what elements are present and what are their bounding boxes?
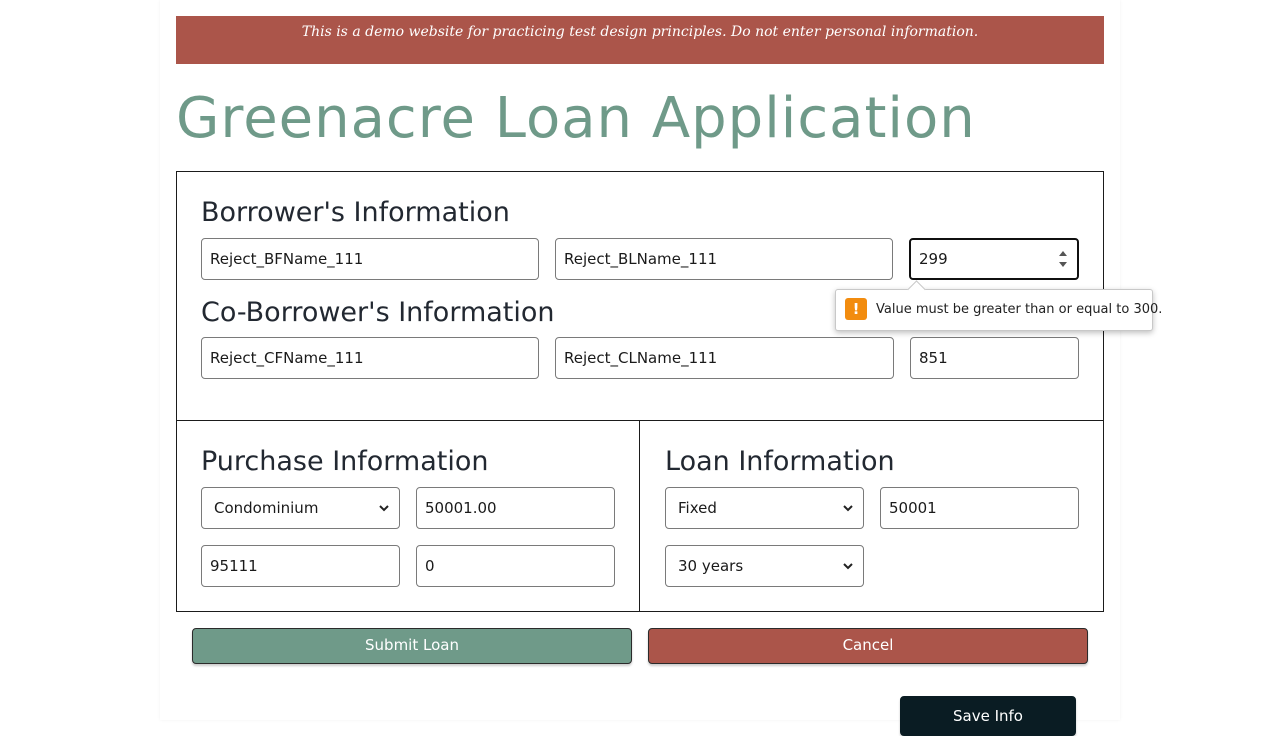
demo-disclaimer-banner: This is a demo website for practicing te… — [176, 16, 1104, 64]
chevron-down-icon — [843, 563, 853, 570]
rate-type-value: Fixed — [678, 499, 717, 517]
zip-code-value: 95111 — [210, 557, 258, 575]
page-title: Greenacre Loan Application — [176, 86, 976, 151]
borrower-last-name-value: Reject_BLName_111 — [564, 250, 718, 268]
loan-term-select[interactable]: 30 years — [665, 545, 864, 587]
borrower-credit-score-input[interactable]: 299 — [909, 238, 1079, 280]
borrower-first-name-input[interactable]: Reject_BFName_111 — [201, 238, 539, 280]
down-payment-input[interactable]: 0 — [416, 545, 615, 587]
submit-loan-button[interactable]: Submit Loan — [192, 628, 632, 664]
co-borrower-first-name-input[interactable]: Reject_CFName_111 — [201, 337, 539, 379]
loan-amount-input[interactable]: 50001 — [880, 487, 1079, 529]
warning-icon-glyph: ! — [852, 300, 860, 318]
property-type-value: Condominium — [214, 499, 319, 517]
co-borrower-credit-score-input[interactable]: 851 — [910, 337, 1079, 379]
validation-tooltip: ! Value must be greater than or equal to… — [835, 280, 1162, 331]
cancel-button[interactable]: Cancel — [648, 628, 1088, 664]
validation-message: Value must be greater than or equal to 3… — [876, 302, 1163, 317]
rate-type-select[interactable]: Fixed — [665, 487, 864, 529]
borrower-section-title: Borrower's Information — [201, 197, 510, 228]
co-borrower-credit-score-value: 851 — [919, 349, 948, 367]
loan-section-title: Loan Information — [665, 446, 895, 477]
borrower-first-name-value: Reject_BFName_111 — [210, 250, 364, 268]
number-spinner-icon[interactable] — [1057, 248, 1069, 270]
warning-icon: ! — [845, 298, 867, 320]
chevron-down-icon — [379, 505, 389, 512]
co-borrower-first-name-value: Reject_CFName_111 — [210, 349, 364, 367]
co-borrower-last-name-input[interactable]: Reject_CLName_111 — [555, 337, 894, 379]
co-borrower-last-name-value: Reject_CLName_111 — [564, 349, 718, 367]
down-payment-value: 0 — [425, 557, 435, 575]
purchase-price-value: 50001.00 — [425, 499, 497, 517]
loan-term-value: 30 years — [678, 557, 744, 575]
borrower-credit-score-value: 299 — [919, 250, 948, 268]
loan-amount-value: 50001 — [889, 499, 937, 517]
co-borrower-section-title: Co-Borrower's Information — [201, 297, 555, 328]
borrower-last-name-input[interactable]: Reject_BLName_111 — [555, 238, 893, 280]
banner-text: This is a demo website for practicing te… — [301, 24, 979, 40]
property-type-select[interactable]: Condominium — [201, 487, 400, 529]
chevron-down-icon — [843, 505, 853, 512]
save-info-button[interactable]: Save Info — [900, 696, 1076, 736]
zip-code-input[interactable]: 95111 — [201, 545, 400, 587]
purchase-section-title: Purchase Information — [201, 446, 489, 477]
purchase-price-input[interactable]: 50001.00 — [416, 487, 615, 529]
